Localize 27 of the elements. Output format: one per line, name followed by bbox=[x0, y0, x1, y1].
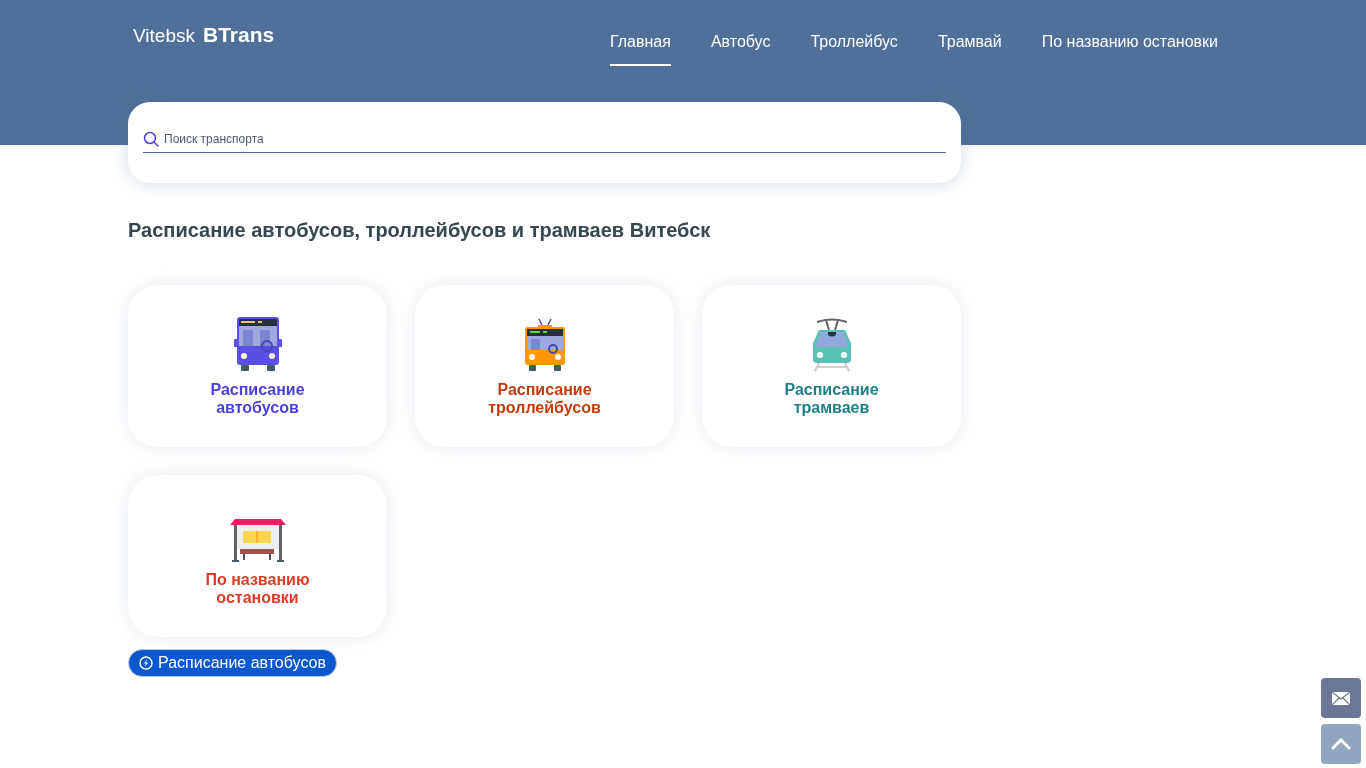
schedule-badge[interactable]: Расписание автобусов bbox=[128, 649, 337, 677]
transport-card[interactable]: Расписание трамваев bbox=[702, 285, 961, 447]
nav-link[interactable]: По названию остановки bbox=[1041, 30, 1218, 66]
transport-card[interactable]: По названию остановки bbox=[128, 475, 387, 637]
nav-link[interactable]: Главная bbox=[610, 30, 671, 66]
card-title: Расписание автобусов bbox=[209, 381, 306, 417]
transport-card[interactable]: Расписание автобусов bbox=[128, 285, 387, 447]
tram-icon bbox=[810, 317, 853, 373]
logo[interactable]: Vitebsk BTrans bbox=[133, 14, 285, 45]
transport-card[interactable]: Расписание троллейбусов bbox=[415, 285, 674, 447]
nav-link[interactable]: Автобус bbox=[710, 30, 771, 66]
card-title: Расписание трамваев bbox=[783, 381, 880, 417]
chevron-up-icon bbox=[1331, 738, 1351, 750]
envelope-icon bbox=[1332, 691, 1350, 705]
lightning-icon bbox=[139, 656, 153, 670]
bus-stop-icon bbox=[228, 519, 287, 563]
search-field[interactable]: Поиск транспорта bbox=[164, 130, 946, 148]
card-title: По названию остановки bbox=[204, 571, 311, 607]
trolleybus-icon bbox=[522, 317, 567, 373]
nav-link[interactable]: Трамвай bbox=[937, 30, 1002, 66]
scroll-top-button[interactable] bbox=[1321, 724, 1361, 764]
card-title: Расписание троллейбусов bbox=[487, 381, 602, 417]
search-icon bbox=[143, 130, 160, 148]
email-button[interactable] bbox=[1321, 678, 1361, 718]
bus-icon bbox=[233, 315, 282, 373]
page-heading: Расписание автобусов, троллейбусов и трамваев Витебск bbox=[128, 218, 712, 243]
nav-link[interactable]: Троллейбус bbox=[810, 30, 898, 66]
